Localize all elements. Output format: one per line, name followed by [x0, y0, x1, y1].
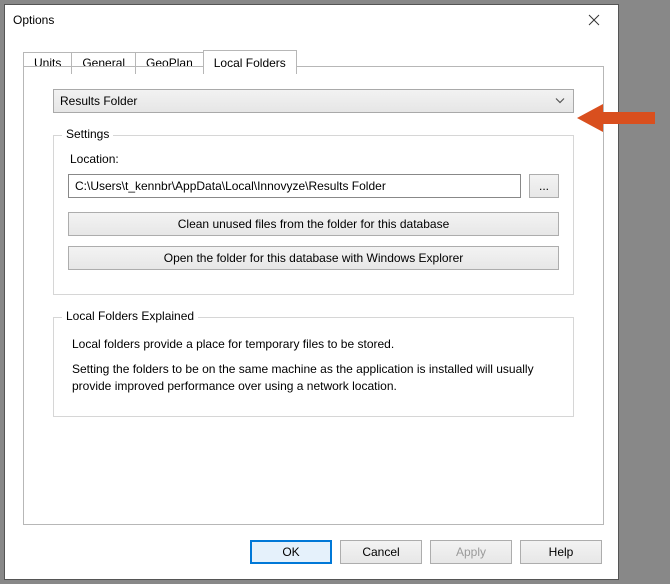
- help-label: Help: [549, 545, 574, 559]
- folder-type-dropdown[interactable]: Results Folder: [53, 89, 574, 113]
- close-icon: [588, 14, 600, 26]
- cancel-label: Cancel: [362, 545, 399, 559]
- location-value: C:\Users\t_kennbr\AppData\Local\Innovyze…: [75, 179, 386, 193]
- location-row: C:\Users\t_kennbr\AppData\Local\Innovyze…: [68, 174, 559, 198]
- browse-label: ...: [539, 179, 549, 193]
- settings-group: Settings Location: C:\Users\t_kennbr\App…: [53, 135, 574, 295]
- chevron-down-icon: [555, 96, 565, 107]
- explained-p1: Local folders provide a place for tempor…: [72, 336, 555, 353]
- settings-legend: Settings: [62, 127, 113, 141]
- dialog-footer: OK Cancel Apply Help: [5, 525, 618, 579]
- cancel-button[interactable]: Cancel: [340, 540, 422, 564]
- browse-button[interactable]: ...: [529, 174, 559, 198]
- dropdown-value: Results Folder: [60, 94, 137, 108]
- explained-group: Local Folders Explained Local folders pr…: [53, 317, 574, 417]
- close-button[interactable]: [574, 6, 614, 34]
- ok-button[interactable]: OK: [250, 540, 332, 564]
- clean-unused-button[interactable]: Clean unused files from the folder for t…: [68, 212, 559, 236]
- explained-legend: Local Folders Explained: [62, 309, 198, 323]
- tab-panel-local-folders: Results Folder Settings Location: C:\Use…: [23, 67, 604, 525]
- explained-p2: Setting the folders to be on the same ma…: [72, 361, 555, 395]
- tab-local-folders[interactable]: Local Folders: [203, 50, 297, 74]
- options-dialog: Options Units General GeoPlan Local Fold…: [4, 4, 619, 580]
- titlebar: Options: [5, 5, 618, 35]
- clean-label: Clean unused files from the folder for t…: [178, 217, 450, 231]
- open-explorer-button[interactable]: Open the folder for this database with W…: [68, 246, 559, 270]
- annotation-arrow-icon: [577, 100, 657, 136]
- location-input[interactable]: C:\Users\t_kennbr\AppData\Local\Innovyze…: [68, 174, 521, 198]
- tab-label: Local Folders: [214, 56, 286, 70]
- help-button[interactable]: Help: [520, 540, 602, 564]
- ok-label: OK: [282, 545, 299, 559]
- open-label: Open the folder for this database with W…: [164, 251, 463, 265]
- window-title: Options: [13, 13, 574, 27]
- apply-button: Apply: [430, 540, 512, 564]
- apply-label: Apply: [456, 545, 486, 559]
- location-label: Location:: [70, 152, 559, 166]
